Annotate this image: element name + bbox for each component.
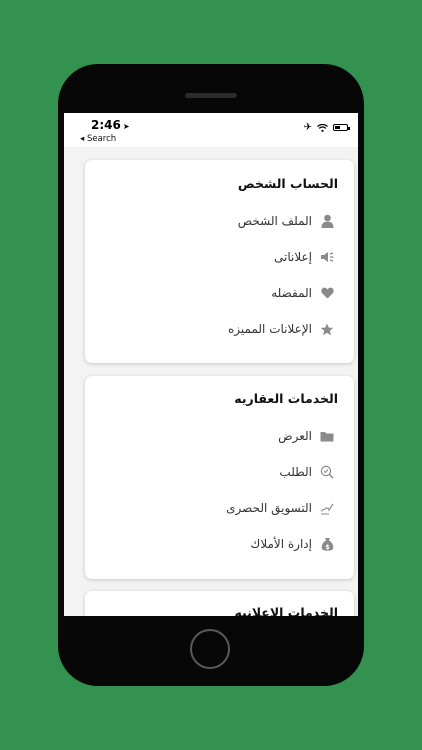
heart-icon: [320, 286, 334, 300]
menu-item-label: الطلب: [279, 465, 312, 479]
menu-item-request[interactable]: الطلب: [279, 465, 334, 479]
phone-frame: 2:46 ➤ ◂ Search ✈ الحساب الشخص الملف الشخ…: [58, 64, 364, 686]
menu-item-label: العرض: [278, 429, 312, 443]
menu-item-label: المفضله: [271, 286, 312, 300]
star-icon: [320, 322, 334, 336]
menu-item-exclusive-marketing[interactable]: التسويق الحصرى: [226, 501, 334, 515]
money-bag-icon: $: [320, 537, 334, 551]
location-arrow-icon: ➤: [122, 122, 130, 131]
menu-item-profile[interactable]: الملف الشخص: [238, 214, 334, 228]
menu-item-favorites[interactable]: المفضله: [271, 286, 334, 300]
person-icon: [320, 214, 334, 228]
status-time-text: 2:46: [91, 118, 121, 132]
wifi-icon: [317, 123, 328, 132]
status-bar: 2:46 ➤ ◂ Search ✈: [64, 113, 358, 147]
advertising-services-title: الخدمات الإعلانيه: [234, 605, 338, 616]
menu-item-property-management[interactable]: إدارة الأملاك $: [250, 537, 334, 551]
screen: 2:46 ➤ ◂ Search ✈ الحساب الشخص الملف الشخ…: [64, 113, 358, 616]
account-section-title: الحساب الشخص: [237, 176, 338, 191]
real-estate-services-card: الخدمات العقاريه العرض الطلب التسويق الح…: [85, 376, 354, 579]
home-button[interactable]: [190, 629, 230, 669]
menu-item-label: الملف الشخص: [237, 214, 312, 228]
advertising-services-card: الخدمات الإعلانيه: [85, 591, 354, 616]
menu-item-label: الإعلانات المميزه: [228, 322, 312, 336]
menu-item-featured-ads[interactable]: الإعلانات المميزه: [228, 322, 334, 336]
svg-text:$: $: [325, 543, 330, 551]
airplane-icon: ✈: [303, 122, 312, 133]
menu-item-my-ads[interactable]: إعلاناتى: [274, 250, 334, 264]
megaphone-icon: [320, 250, 334, 264]
battery-icon: [333, 124, 350, 131]
status-icons: ✈: [303, 122, 350, 133]
speaker-grille: [185, 93, 237, 98]
signature-icon: [320, 501, 334, 515]
menu-item-label: إدارة الأملاك: [250, 537, 312, 551]
request-icon: [320, 465, 334, 479]
account-section-card: الحساب الشخص الملف الشخص إعلاناتى المفضل…: [85, 160, 354, 363]
real-estate-services-title: الخدمات العقاريه: [234, 391, 338, 406]
menu-item-label: إعلاناتى: [274, 250, 312, 264]
status-time: 2:46 ➤: [91, 118, 130, 132]
folder-icon: [320, 429, 334, 443]
back-to-search-link[interactable]: ◂ Search: [80, 134, 116, 144]
menu-item-offer[interactable]: العرض: [278, 429, 334, 443]
menu-item-label: التسويق الحصرى: [226, 501, 312, 515]
